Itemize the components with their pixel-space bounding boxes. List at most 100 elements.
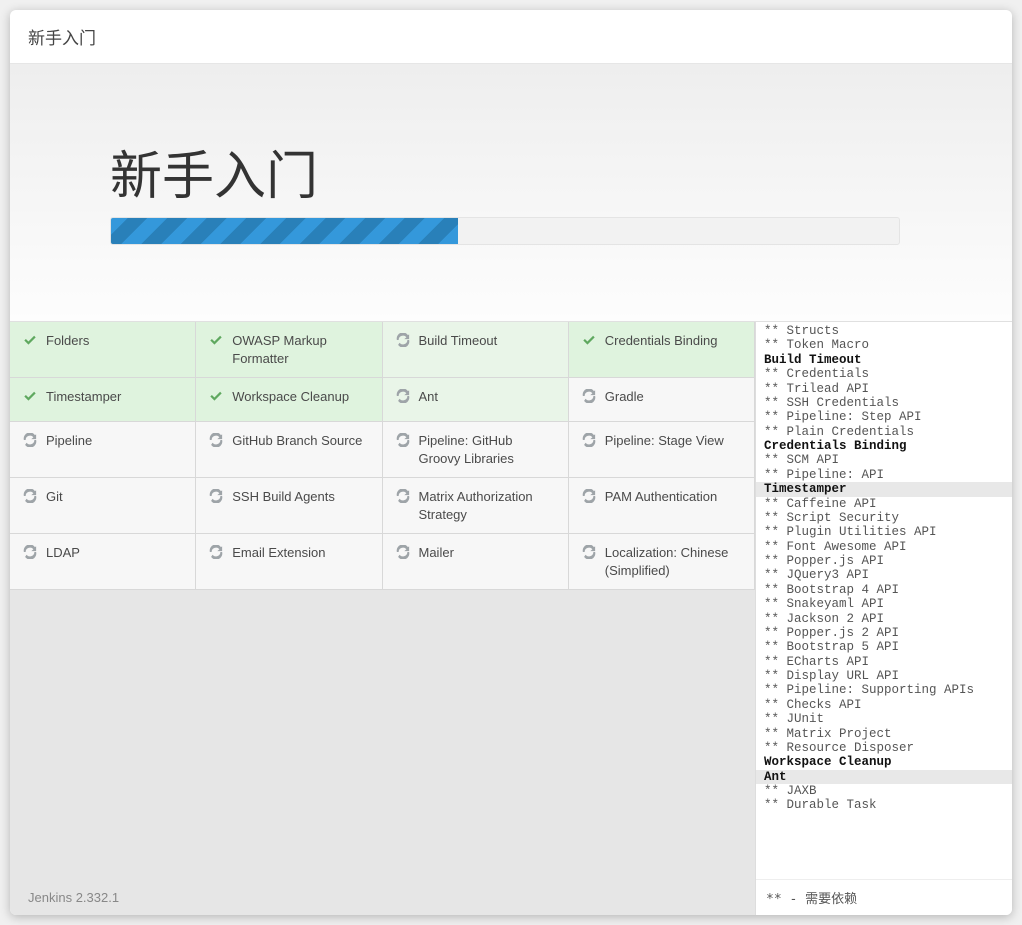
log-line: ** Token Macro [756,338,1012,352]
plugin-name: Credentials Binding [605,332,742,350]
log-line: Ant [756,770,1012,784]
plugin-cell: Pipeline [10,422,196,478]
plugin-cell: Matrix Authorization Strategy [383,478,569,534]
window-title: 新手入门 [10,10,1012,64]
install-log[interactable]: ** Structs** Token MacroBuild Timeout** … [756,322,1012,879]
log-line: Build Timeout [756,353,1012,367]
log-line: ** JQuery3 API [756,568,1012,582]
log-line: ** Snakeyaml API [756,597,1012,611]
log-line: ** Pipeline: API [756,468,1012,482]
refresh-icon [208,544,224,559]
log-line: ** Font Awesome API [756,540,1012,554]
refresh-icon [395,488,411,503]
refresh-icon [395,388,411,403]
plugin-name: OWASP Markup Formatter [232,332,369,367]
plugin-grid: Folders OWASP Markup Formatter Build Tim… [10,322,755,590]
log-line: Workspace Cleanup [756,755,1012,769]
log-line: ** Popper.js 2 API [756,626,1012,640]
plugin-cell: OWASP Markup Formatter [196,322,382,378]
log-line: Credentials Binding [756,439,1012,453]
check-icon [22,388,38,403]
refresh-icon [395,544,411,559]
log-line: ** Credentials [756,367,1012,381]
log-line: ** SSH Credentials [756,396,1012,410]
refresh-icon [22,488,38,503]
plugin-name: Pipeline: GitHub Groovy Libraries [419,432,556,467]
plugin-name: Pipeline: Stage View [605,432,742,450]
plugin-cell: LDAP [10,534,196,590]
plugin-cell: Mailer [383,534,569,590]
progress-bar-fill [111,218,458,244]
plugin-cell: Ant [383,378,569,422]
plugin-name: Ant [419,388,556,406]
log-line: ** Checks API [756,698,1012,712]
plugin-cell: Git [10,478,196,534]
refresh-icon [581,432,597,447]
refresh-icon [581,488,597,503]
refresh-icon [22,544,38,559]
plugin-name: PAM Authentication [605,488,742,506]
log-line: ** Bootstrap 4 API [756,583,1012,597]
plugin-cell: PAM Authentication [569,478,755,534]
plugin-name: Build Timeout [419,332,556,350]
plugin-cell: GitHub Branch Source [196,422,382,478]
log-line: ** Trilead API [756,382,1012,396]
plugin-cell: Timestamper [10,378,196,422]
plugin-cell: SSH Build Agents [196,478,382,534]
log-line: ** Pipeline: Supporting APIs [756,683,1012,697]
log-line: ** ECharts API [756,655,1012,669]
check-icon [208,388,224,403]
log-line: ** JUnit [756,712,1012,726]
hero-section: 新手入门 [10,64,1012,322]
refresh-icon [208,432,224,447]
refresh-icon [208,488,224,503]
plugin-name: Mailer [419,544,556,562]
log-line: ** Durable Task [756,798,1012,812]
log-line: ** Matrix Project [756,727,1012,741]
log-line: Timestamper [756,482,1012,496]
plugin-cell: Folders [10,322,196,378]
check-icon [22,332,38,347]
check-icon [208,332,224,347]
log-line: ** Pipeline: Step API [756,410,1012,424]
refresh-icon [581,544,597,559]
plugin-cell: Localization: Chinese (Simplified) [569,534,755,590]
log-line: ** Plugin Utilities API [756,525,1012,539]
log-line: ** Popper.js API [756,554,1012,568]
plugin-name: Gradle [605,388,742,406]
plugin-name: LDAP [46,544,183,562]
log-line: ** Caffeine API [756,497,1012,511]
plugin-name: Git [46,488,183,506]
plugin-name: Timestamper [46,388,183,406]
plugin-cell: Pipeline: GitHub Groovy Libraries [383,422,569,478]
log-line: ** Script Security [756,511,1012,525]
main-content: Folders OWASP Markup Formatter Build Tim… [10,322,1012,915]
log-line: ** SCM API [756,453,1012,467]
version-footer: Jenkins 2.332.1 [28,890,119,905]
plugin-cell: Build Timeout [383,322,569,378]
log-line: ** Display URL API [756,669,1012,683]
install-log-panel: ** Structs** Token MacroBuild Timeout** … [755,322,1012,915]
log-line: ** Structs [756,324,1012,338]
plugin-name: SSH Build Agents [232,488,369,506]
plugin-cell: Email Extension [196,534,382,590]
refresh-icon [22,432,38,447]
plugin-name: Localization: Chinese (Simplified) [605,544,742,579]
plugin-name: Workspace Cleanup [232,388,369,406]
plugin-cell: Pipeline: Stage View [569,422,755,478]
hero-title: 新手入门 [110,134,912,209]
refresh-icon [581,388,597,403]
plugin-name: GitHub Branch Source [232,432,369,450]
log-line: ** JAXB [756,784,1012,798]
plugin-grid-area: Folders OWASP Markup Formatter Build Tim… [10,322,755,915]
plugin-cell: Workspace Cleanup [196,378,382,422]
log-line: ** Resource Disposer [756,741,1012,755]
log-line: ** Plain Credentials [756,425,1012,439]
refresh-icon [395,432,411,447]
plugin-name: Matrix Authorization Strategy [419,488,556,523]
refresh-icon [395,332,411,347]
plugin-name: Folders [46,332,183,350]
plugin-cell: Gradle [569,378,755,422]
progress-bar [110,217,900,245]
check-icon [581,332,597,347]
